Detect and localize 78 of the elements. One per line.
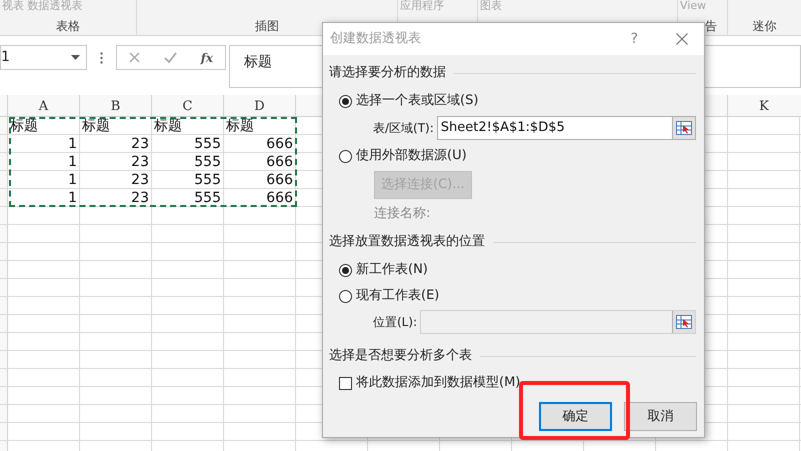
radio-label: 使用外部数据源(U) (356, 147, 467, 166)
ribbon-group-label: 迷你 (752, 18, 776, 35)
field-label: 位置(L): (373, 314, 418, 331)
radio-button[interactable] (339, 150, 352, 162)
table-cell: 23 (80, 153, 152, 170)
row-header[interactable] (0, 423, 8, 440)
row-header[interactable] (0, 189, 8, 206)
table-cell: 23 (80, 135, 152, 152)
column-header[interactable]: B (80, 95, 152, 116)
row-header[interactable] (0, 369, 8, 386)
table-cell: 标题 (8, 117, 80, 134)
table-cell: 666 (224, 189, 296, 206)
row-header[interactable] (0, 243, 8, 260)
ribbon-group-label: 告 (705, 18, 717, 35)
row-header[interactable] (0, 351, 8, 368)
range-select-icon (676, 121, 692, 135)
checkmark-icon[interactable] (164, 52, 177, 63)
table-cell: 1 (8, 189, 80, 206)
table-cell: 23 (80, 189, 152, 206)
drag-handle-icon[interactable] (100, 52, 103, 64)
dialog-title: 创建数据透视表 (330, 30, 422, 48)
row-header[interactable] (0, 225, 8, 242)
table-cell: 555 (152, 189, 224, 206)
table-cell: 666 (224, 171, 296, 188)
column-header[interactable]: A (8, 95, 80, 116)
row-header[interactable] (0, 315, 8, 332)
row-header[interactable] (0, 135, 8, 152)
section-heading: 选择放置数据透视表的位置 (329, 233, 485, 252)
table-cell: 555 (152, 153, 224, 170)
radio-button[interactable] (339, 264, 352, 276)
row-header[interactable] (0, 279, 8, 296)
column-header[interactable]: D (224, 95, 296, 116)
table-cell: 23 (80, 171, 152, 188)
row-header[interactable] (0, 153, 8, 170)
range-picker-button[interactable] (672, 117, 695, 139)
table-cell: 标题 (80, 117, 152, 134)
radio-label: 选择一个表或区域(S) (356, 92, 478, 110)
radio-label: 新工作表(N) (356, 261, 428, 280)
cancel-icon[interactable] (128, 52, 140, 63)
table-cell: 标题 (224, 117, 296, 134)
checkbox[interactable] (339, 376, 352, 390)
checkbox-label: 将此数据添加到数据模型(M) (356, 374, 520, 392)
ribbon-group-label: 表格 (56, 18, 80, 35)
table-cell: 标题 (152, 117, 224, 134)
range-select-icon (676, 315, 692, 329)
connection-name-label: 连接名称: (374, 205, 430, 224)
row-header[interactable] (0, 333, 8, 350)
name-box[interactable]: 1 (0, 45, 87, 70)
range-field[interactable]: Sheet2!$A$1:$D$5 (436, 116, 696, 140)
row-header[interactable] (0, 405, 8, 422)
row-header[interactable] (0, 387, 8, 404)
section-heading: 选择是否想要分析多个表 (329, 347, 472, 366)
dialog-button[interactable]: 确定 (539, 402, 612, 431)
row-header[interactable] (0, 171, 8, 188)
help-button[interactable]: ? (630, 28, 638, 50)
column-header[interactable]: K (728, 95, 800, 116)
row-header[interactable] (0, 297, 8, 314)
section-heading: 请选择要分析的数据 (329, 64, 446, 82)
column-header[interactable]: C (152, 95, 224, 116)
insert-function-button[interactable]: fx (200, 48, 214, 66)
table-cell: 555 (152, 135, 224, 152)
close-icon[interactable] (676, 33, 688, 45)
row-header[interactable] (0, 117, 8, 134)
radio-label: 现有工作表(E) (356, 287, 440, 306)
dialog-button[interactable]: 取消 (624, 402, 697, 431)
dropdown-caret-icon (71, 55, 80, 60)
row-header[interactable] (0, 261, 8, 278)
radio-button[interactable] (339, 94, 352, 108)
table-cell: 555 (152, 171, 224, 188)
row-header[interactable] (0, 207, 8, 224)
table-cell: 1 (8, 153, 80, 170)
ribbon-group-label: 插图 (255, 18, 279, 35)
table-cell: 666 (224, 135, 296, 152)
radio-button[interactable] (339, 290, 352, 302)
table-cell: 666 (224, 153, 296, 170)
table-cell: 1 (8, 171, 80, 188)
table-cell: 1 (8, 135, 80, 152)
field-label: 表/区域(T): (373, 120, 434, 137)
